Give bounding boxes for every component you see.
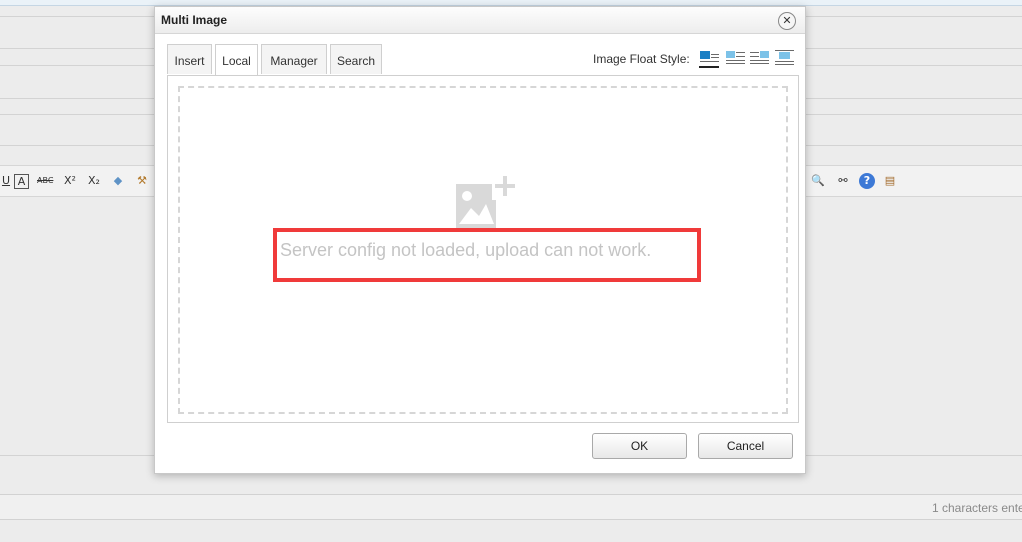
right-float-icon[interactable] xyxy=(749,48,769,66)
multi-image-dialog: Multi Image ✕ Insert Local Manager Searc… xyxy=(154,6,806,474)
float-style-label: Image Float Style: xyxy=(593,52,690,66)
add-image-icon xyxy=(456,174,518,228)
tab-local[interactable]: Local xyxy=(215,44,258,76)
dialog-header: Multi Image ✕ xyxy=(155,7,805,34)
none-float-icon[interactable] xyxy=(699,48,719,68)
ok-button[interactable]: OK xyxy=(592,433,687,459)
find-icon[interactable]: ⚯ xyxy=(835,173,851,189)
font-color-icon[interactable]: A xyxy=(14,174,29,189)
tab-manager[interactable]: Manager xyxy=(261,44,327,74)
underline-icon[interactable]: U xyxy=(0,173,14,189)
cancel-button[interactable]: Cancel xyxy=(698,433,793,459)
left-float-icon[interactable] xyxy=(725,48,745,66)
superscript-icon[interactable]: X² xyxy=(62,173,78,189)
zoom-search-icon[interactable]: 🔍 xyxy=(810,173,826,189)
error-highlight-box xyxy=(273,228,701,282)
dialog-title: Multi Image xyxy=(161,13,228,27)
help-icon[interactable]: ? xyxy=(859,173,875,189)
subscript-icon[interactable]: X₂ xyxy=(86,173,102,189)
center-float-icon[interactable] xyxy=(774,48,794,66)
character-count: 1 characters ente xyxy=(932,501,1022,515)
paste-icon[interactable]: ▤ xyxy=(882,173,898,189)
strikethrough-icon[interactable]: ABC xyxy=(37,173,53,189)
tab-insert[interactable]: Insert xyxy=(167,44,212,74)
format-brush-icon[interactable]: ⚒ xyxy=(134,173,150,189)
eraser-icon[interactable]: ◆ xyxy=(110,173,126,189)
status-bar: 1 characters ente xyxy=(0,494,1022,520)
tab-search[interactable]: Search xyxy=(330,44,382,74)
close-icon[interactable]: ✕ xyxy=(778,12,796,30)
